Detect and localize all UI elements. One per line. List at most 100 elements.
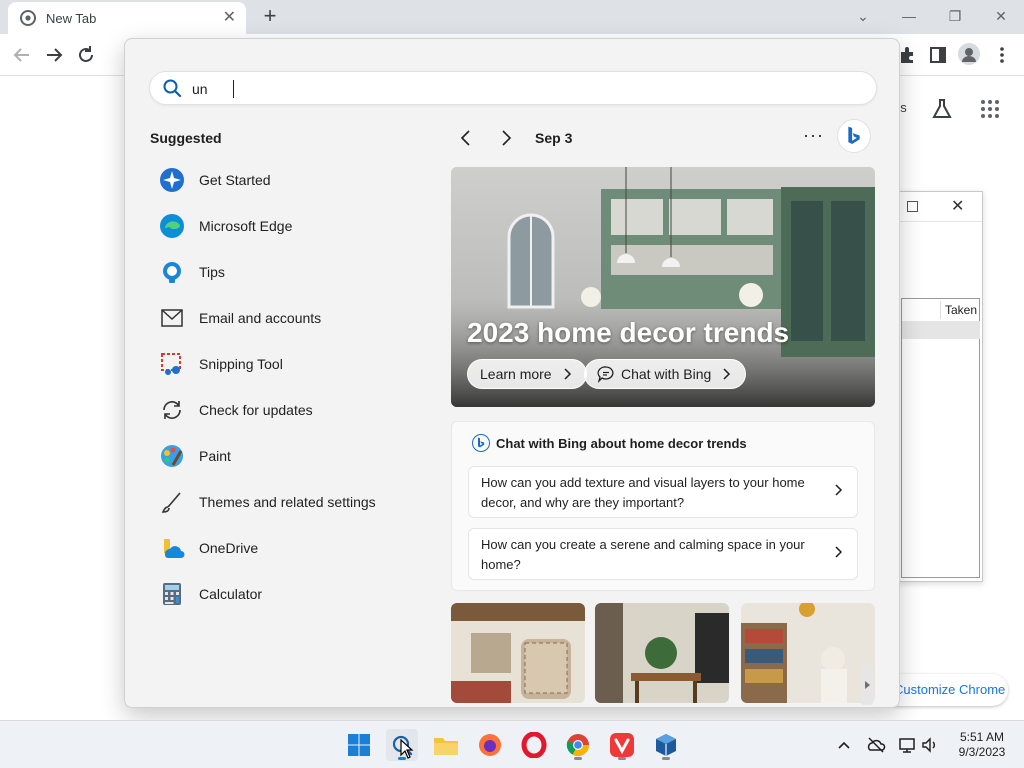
reload-icon[interactable]: [75, 44, 97, 66]
suggestion-check-for-updates[interactable]: Check for updates: [155, 387, 425, 433]
edge-icon: [159, 213, 185, 239]
text-caret: [233, 80, 234, 98]
chrome-icon: [566, 734, 589, 756]
chat-question-text: How can you create a serene and calming …: [481, 537, 805, 572]
suggested-list: Get Started Microsoft Edge Tips Email an…: [155, 157, 425, 617]
windows-search-panel: Suggested Get Started Microsoft Edge Tip…: [124, 38, 900, 708]
close-icon[interactable]: ✕: [951, 196, 964, 216]
clock-date: 9/3/2023: [958, 745, 1006, 759]
search-box[interactable]: [149, 71, 877, 105]
thumbnail-image[interactable]: [595, 603, 729, 703]
chrome-button[interactable]: [562, 729, 594, 761]
chevron-right-icon: [723, 368, 731, 380]
apps-grid-icon[interactable]: [980, 99, 1000, 119]
date-navigation: Sep 3 ···: [455, 119, 871, 153]
onedrive-icon: [159, 535, 185, 561]
get-started-icon: [159, 167, 185, 193]
chevron-right-icon[interactable]: [495, 127, 517, 149]
opera-icon: [521, 732, 547, 758]
running-indicator: [574, 757, 582, 760]
table-row[interactable]: [902, 321, 980, 339]
chevron-left-icon[interactable]: [455, 127, 477, 149]
new-tab-button[interactable]: +: [258, 4, 282, 28]
suggestion-label: Themes and related settings: [199, 494, 376, 510]
brush-icon: [159, 489, 185, 515]
chat-question-text: How can you add texture and visual layer…: [481, 475, 805, 510]
scroll-right-button[interactable]: [861, 665, 873, 705]
taskbar: 5:51 AM 9/3/2023: [0, 720, 1024, 768]
labs-flask-icon[interactable]: [930, 97, 954, 121]
menu-icon[interactable]: [991, 44, 1013, 66]
date-label: Sep 3: [535, 130, 573, 146]
thumbnail-image[interactable]: [741, 603, 875, 703]
firefox-button[interactable]: [474, 729, 506, 761]
suggestion-paint[interactable]: Paint: [155, 433, 425, 479]
triangle-right-icon: [865, 681, 870, 689]
windows-logo-icon: [348, 734, 370, 756]
paint-icon: [159, 443, 185, 469]
vivaldi-button[interactable]: [606, 729, 638, 761]
chat-question-2[interactable]: How can you create a serene and calming …: [468, 528, 858, 580]
chat-with-bing-label: Chat with Bing: [621, 366, 712, 382]
suggestion-label: Microsoft Edge: [199, 218, 293, 234]
suggestion-snipping-tool[interactable]: Snipping Tool: [155, 341, 425, 387]
opera-button[interactable]: [518, 729, 550, 761]
suggestion-tips[interactable]: Tips: [155, 249, 425, 295]
suggestion-label: Paint: [199, 448, 231, 464]
suggestion-microsoft-edge[interactable]: Microsoft Edge: [155, 203, 425, 249]
close-window-button[interactable]: ✕: [978, 2, 1024, 30]
suggestion-label: Calculator: [199, 586, 263, 602]
dialog-title-bar: ✕: [897, 192, 982, 222]
suggestion-onedrive[interactable]: OneDrive: [155, 525, 425, 571]
volume-icon[interactable]: [920, 735, 940, 755]
file-explorer-button[interactable]: [430, 729, 462, 761]
hero-title: 2023 home decor trends: [467, 317, 790, 348]
tab-search-icon[interactable]: ⌄: [840, 2, 886, 30]
mouse-cursor-icon: [400, 739, 414, 759]
tab-new-tab[interactable]: New Tab ✕: [8, 2, 246, 34]
learn-more-button[interactable]: Learn more: [467, 359, 587, 389]
forward-icon[interactable]: [43, 44, 65, 66]
dialog-list-table: Taken: [901, 298, 980, 578]
bing-icon[interactable]: [837, 119, 871, 153]
maximize-icon[interactable]: [907, 201, 918, 212]
bing-chat-card: Chat with Bing about home decor trends H…: [451, 421, 875, 591]
restore-button[interactable]: ❐: [932, 2, 978, 30]
tips-icon: [159, 259, 185, 285]
thumbnail-image[interactable]: [451, 603, 585, 703]
minimize-button[interactable]: —: [886, 2, 932, 30]
mail-icon: [159, 305, 185, 331]
suggestion-get-started[interactable]: Get Started: [155, 157, 425, 203]
learn-more-label: Learn more: [480, 366, 552, 382]
show-hidden-icons-chevron[interactable]: [834, 735, 854, 755]
column-header-taken[interactable]: Taken: [940, 301, 980, 319]
customize-chrome-label: Customize Chrome: [894, 682, 1006, 697]
more-options-button[interactable]: ···: [803, 125, 824, 146]
close-tab-icon[interactable]: ✕: [223, 10, 236, 26]
back-icon[interactable]: [11, 44, 33, 66]
running-indicator: [662, 757, 670, 760]
snipping-tool-icon: [159, 351, 185, 377]
chat-question-1[interactable]: How can you add texture and visual layer…: [468, 466, 858, 518]
suggestion-themes-and-related-settings[interactable]: Themes and related settings: [155, 479, 425, 525]
chat-card-title: Chat with Bing about home decor trends: [496, 436, 747, 451]
side-panel-icon[interactable]: [927, 44, 949, 66]
tab-strip: New Tab ✕ + ⌄ — ❐ ✕: [0, 0, 1024, 34]
virtualbox-icon: [656, 734, 676, 756]
suggestion-calculator[interactable]: Calculator: [155, 571, 425, 617]
profile-avatar[interactable]: [958, 43, 980, 65]
chat-bubble-icon: [597, 366, 614, 383]
chat-with-bing-button[interactable]: Chat with Bing: [584, 359, 747, 389]
start-button[interactable]: [343, 729, 375, 761]
chevron-right-icon: [564, 368, 571, 380]
onedrive-offline-icon[interactable]: [866, 735, 886, 755]
suggested-heading: Suggested: [150, 130, 222, 146]
suggestion-label: Get Started: [199, 172, 271, 188]
network-icon[interactable]: [898, 735, 918, 755]
virtualbox-button[interactable]: [650, 729, 682, 761]
search-input[interactable]: [192, 78, 852, 100]
clock[interactable]: 5:51 AM 9/3/2023: [948, 730, 1016, 760]
suggestion-label: Snipping Tool: [199, 356, 283, 372]
hero-card[interactable]: 2023 home decor trends Learn more Chat w…: [451, 167, 875, 407]
suggestion-email-and-accounts[interactable]: Email and accounts: [155, 295, 425, 341]
